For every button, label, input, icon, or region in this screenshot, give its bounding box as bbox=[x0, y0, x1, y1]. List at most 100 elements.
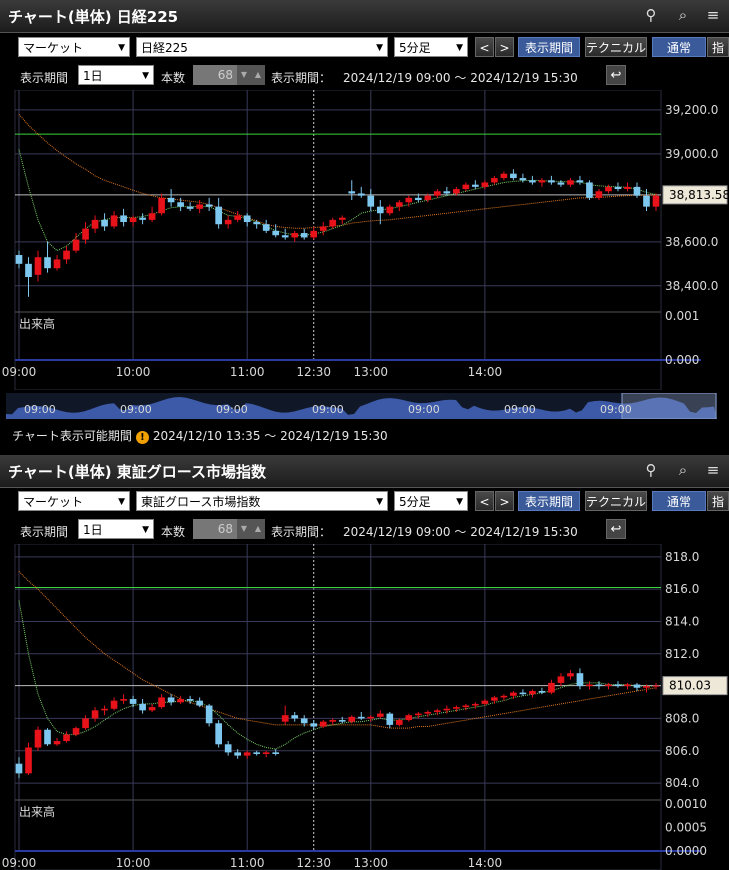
candle-body bbox=[291, 715, 299, 719]
reset-icon[interactable]: ↩ bbox=[606, 65, 626, 85]
y-tick-label: 806.0 bbox=[665, 744, 699, 758]
candle-body bbox=[500, 695, 508, 698]
spin-up-icon[interactable]: ▲ bbox=[251, 65, 265, 85]
candle-body bbox=[557, 182, 565, 185]
chevron-down-icon: ▼ bbox=[142, 71, 149, 81]
candle-body bbox=[519, 692, 527, 695]
period-select[interactable]: 1日 ▼ bbox=[78, 519, 154, 539]
candle-body bbox=[53, 259, 61, 269]
candle-body bbox=[576, 673, 584, 687]
count-label: 本数 bbox=[161, 71, 186, 85]
y-tick-label: 38,600.0 bbox=[665, 235, 718, 249]
chevron-down-icon: ▼ bbox=[118, 43, 125, 53]
volume-label: 出来高 bbox=[19, 804, 55, 819]
chevron-down-icon: ▼ bbox=[456, 43, 463, 53]
candle-body bbox=[15, 255, 23, 264]
candle-body bbox=[177, 699, 184, 703]
next-button[interactable]: > bbox=[495, 491, 514, 511]
candle-body bbox=[519, 178, 527, 181]
overview-navigator[interactable]: 09:00 09:00 09:00 09:00 09:00 09:00 09:00 bbox=[6, 393, 717, 419]
available-period-label: チャート表示可能期間 bbox=[12, 429, 132, 443]
search-icon[interactable]: ⌕ bbox=[674, 6, 692, 24]
candle-body bbox=[177, 202, 184, 207]
candle-body bbox=[167, 197, 175, 203]
market-select-value: マーケット bbox=[23, 495, 84, 509]
overview-tick-label: 09:00 bbox=[120, 403, 152, 416]
volume-label: 出来高 bbox=[19, 316, 55, 331]
candle-body bbox=[443, 191, 451, 194]
count-field[interactable]: 68 bbox=[193, 519, 237, 539]
price-chart[interactable]: 09:00 10:00 11:00 12:30 13:00 14:00 818.0 816.0… bbox=[0, 544, 729, 870]
menu-icon[interactable]: ≡ bbox=[704, 6, 722, 24]
candle-body bbox=[586, 182, 593, 198]
candle-body bbox=[110, 215, 118, 227]
menu-icon[interactable]: ≡ bbox=[704, 461, 722, 479]
chevron-down-icon: ▼ bbox=[142, 525, 149, 535]
indicator-button[interactable]: 指 bbox=[707, 37, 729, 57]
market-select[interactable]: マーケット ▼ bbox=[18, 491, 130, 511]
interval-select-value: 5分足 bbox=[399, 495, 431, 509]
count-field[interactable]: 68 bbox=[193, 65, 237, 85]
candle-body bbox=[491, 697, 498, 701]
interval-select[interactable]: 5分足 ▼ bbox=[394, 37, 468, 57]
available-period-value: 2024/12/10 13:35 ～ 2024/12/19 15:30 bbox=[152, 429, 388, 443]
period-button[interactable]: 表示期間 bbox=[518, 37, 580, 57]
chevron-down-icon: ▼ bbox=[456, 497, 463, 507]
technical-button[interactable]: テクニカル bbox=[585, 37, 647, 57]
x-tick-label: 10:00 bbox=[116, 856, 151, 870]
prev-button[interactable]: < bbox=[475, 37, 494, 57]
candle-body bbox=[205, 705, 213, 724]
candle-body bbox=[262, 224, 270, 231]
symbol-select[interactable]: 日経225 ▼ bbox=[136, 37, 388, 57]
prev-button[interactable]: < bbox=[475, 491, 494, 511]
candle-body bbox=[300, 718, 308, 724]
candle-body bbox=[472, 703, 479, 706]
candle-body bbox=[110, 700, 118, 709]
spin-up-icon[interactable]: ▲ bbox=[251, 519, 265, 539]
candle-body bbox=[424, 711, 432, 714]
candle-body bbox=[643, 195, 650, 207]
search-icon[interactable]: ⌕ bbox=[674, 461, 692, 479]
period-select[interactable]: 1日 ▼ bbox=[78, 65, 154, 85]
interval-select[interactable]: 5分足 ▼ bbox=[394, 491, 468, 511]
candle-body bbox=[414, 197, 422, 201]
normal-button[interactable]: 通常 bbox=[652, 37, 706, 57]
period-label: 表示期間 bbox=[20, 525, 69, 539]
candle-body bbox=[595, 684, 603, 687]
market-select[interactable]: マーケット ▼ bbox=[18, 37, 130, 57]
price-chart[interactable]: 09:00 10:00 11:00 12:30 13:00 14:00 39,200.0 39… bbox=[0, 90, 729, 390]
candle-body bbox=[53, 741, 61, 745]
link-icon[interactable]: ⚲ bbox=[642, 461, 660, 479]
overview-tick-label: 09:00 bbox=[312, 403, 344, 416]
indicator-button[interactable]: 指 bbox=[707, 491, 729, 511]
technical-button[interactable]: テクニカル bbox=[585, 491, 647, 511]
candle-body bbox=[481, 182, 489, 187]
x-tick-label: 09:00 bbox=[2, 856, 37, 870]
candle-body bbox=[567, 673, 574, 677]
volume-tick-label: 0.0010 bbox=[665, 797, 707, 811]
overview-tick-label: 09:00 bbox=[216, 403, 248, 416]
spin-down-icon[interactable]: ▼ bbox=[237, 65, 251, 85]
candle-body bbox=[329, 219, 337, 227]
candle-body bbox=[224, 219, 232, 225]
candle-body bbox=[376, 713, 384, 717]
period-button[interactable]: 表示期間 bbox=[518, 491, 580, 511]
spin-down-icon[interactable]: ▼ bbox=[237, 519, 251, 539]
x-tick-label: 13:00 bbox=[353, 856, 388, 870]
candle-body bbox=[310, 230, 318, 238]
link-icon[interactable]: ⚲ bbox=[642, 6, 660, 24]
candle-body bbox=[348, 191, 356, 194]
overview-tick-label: 09:00 bbox=[408, 403, 440, 416]
next-button[interactable]: > bbox=[495, 37, 514, 57]
reset-icon[interactable]: ↩ bbox=[606, 519, 626, 539]
market-select-value: マーケット bbox=[23, 41, 84, 55]
normal-button[interactable]: 通常 bbox=[652, 491, 706, 511]
symbol-select[interactable]: 東証グロース市場指数 ▼ bbox=[136, 491, 388, 511]
candle-body bbox=[510, 173, 517, 179]
candle-body bbox=[338, 217, 346, 220]
candle-body bbox=[281, 235, 289, 238]
candle-body bbox=[205, 204, 213, 207]
candle-body bbox=[376, 206, 384, 214]
candle-body bbox=[167, 697, 175, 703]
symbol-select-value: 東証グロース市場指数 bbox=[141, 495, 261, 509]
